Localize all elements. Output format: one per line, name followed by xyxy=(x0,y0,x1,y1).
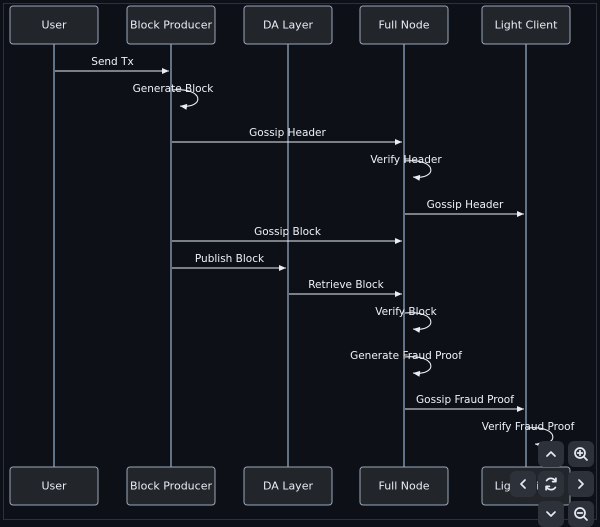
reset-view-button[interactable] xyxy=(538,471,564,497)
actor-label: Full Node xyxy=(378,480,429,493)
message-label: Generate Block xyxy=(133,83,215,95)
chevron-up-icon xyxy=(546,451,556,457)
message-m6[interactable]: Gossip Block xyxy=(172,226,402,244)
refresh-icon xyxy=(545,477,557,491)
message-label: Gossip Header xyxy=(427,199,504,211)
actor-full-node-bottom[interactable]: Full Node xyxy=(359,466,449,506)
actor-label: User xyxy=(41,19,67,32)
actor-boxes-top: User Block Producer DA Layer Full Node Light… xyxy=(9,5,571,45)
magnifier-minus-icon xyxy=(574,507,588,521)
actor-light-client-top[interactable]: Light Client xyxy=(481,5,571,45)
message-m3[interactable]: Gossip Header xyxy=(172,127,402,145)
message-m10[interactable]: Generate Fraud Proof xyxy=(350,350,462,377)
pan-down-button[interactable] xyxy=(538,501,564,527)
pan-left-button[interactable] xyxy=(510,471,536,497)
message-m1[interactable]: Send Tx xyxy=(55,56,169,74)
message-label: Gossip Header xyxy=(249,127,326,139)
actor-full-node-top[interactable]: Full Node xyxy=(359,5,449,45)
actor-boxes-bottom: User Block Producer DA Layer Full Node Light… xyxy=(9,466,571,506)
actor-label: DA Layer xyxy=(263,19,313,32)
actor-da-layer-top[interactable]: DA Layer xyxy=(243,5,333,45)
message-label: Verify Fraud Proof xyxy=(482,421,575,433)
actor-label: Full Node xyxy=(378,19,429,32)
message-m2[interactable]: Generate Block xyxy=(133,83,215,110)
actor-label: Block Producer xyxy=(130,19,212,32)
chevron-left-icon xyxy=(520,479,526,489)
pan-up-button[interactable] xyxy=(538,441,564,467)
sequence-diagram-canvas[interactable]: Send Tx Generate Block Gossip Header Verify… xyxy=(0,0,600,527)
pan-right-button[interactable] xyxy=(568,471,594,497)
message-label: Gossip Fraud Proof xyxy=(416,394,514,406)
zoom-out-button[interactable] xyxy=(568,501,594,527)
zoom-in-button[interactable] xyxy=(568,441,594,467)
message-label: Verify Header xyxy=(370,154,442,166)
message-label: Send Tx xyxy=(91,56,133,68)
actor-da-layer-bottom[interactable]: DA Layer xyxy=(243,466,333,506)
message-m8[interactable]: Retrieve Block xyxy=(289,279,402,297)
chevron-right-icon xyxy=(578,479,584,489)
actor-label: Light Client xyxy=(495,19,558,32)
message-m5[interactable]: Gossip Header xyxy=(405,199,524,217)
messages-group: Send Tx Generate Block Gossip Header Verify… xyxy=(55,56,575,448)
message-label: Generate Fraud Proof xyxy=(350,350,462,362)
actor-user-top[interactable]: User xyxy=(9,5,99,45)
message-label: Retrieve Block xyxy=(308,279,384,291)
actor-block-producer-bottom[interactable]: Block Producer xyxy=(126,466,216,506)
chevron-down-icon xyxy=(546,511,556,517)
message-label: Gossip Block xyxy=(254,226,322,238)
message-label: Verify Block xyxy=(375,306,437,318)
message-label: Publish Block xyxy=(195,253,265,265)
actor-label: Block Producer xyxy=(130,480,212,493)
magnifier-plus-icon xyxy=(574,447,588,461)
diagram-frame xyxy=(3,3,597,520)
message-m7[interactable]: Publish Block xyxy=(172,253,286,271)
actor-block-producer-top[interactable]: Block Producer xyxy=(126,5,216,45)
message-m4[interactable]: Verify Header xyxy=(370,154,442,181)
message-m11[interactable]: Gossip Fraud Proof xyxy=(405,394,524,412)
actor-user-bottom[interactable]: User xyxy=(9,466,99,506)
message-m9[interactable]: Verify Block xyxy=(375,306,438,333)
actor-label: DA Layer xyxy=(263,480,313,493)
actor-label: User xyxy=(41,480,67,493)
navigation-controls[interactable] xyxy=(510,441,598,527)
